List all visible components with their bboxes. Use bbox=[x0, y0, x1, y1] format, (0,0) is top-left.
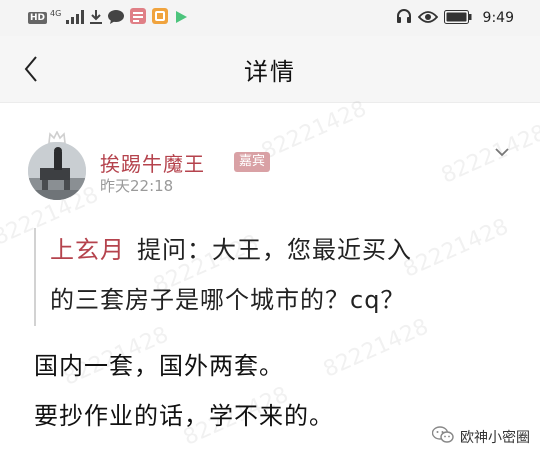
avatar[interactable] bbox=[28, 142, 86, 200]
watermark: 82221428 bbox=[437, 120, 540, 189]
brand-name: 欧神小密圈 bbox=[460, 430, 530, 446]
app-icon bbox=[130, 8, 147, 28]
quote-author[interactable]: 上玄月 bbox=[50, 236, 125, 264]
hd-badge: HD bbox=[28, 12, 48, 24]
play-icon bbox=[174, 9, 188, 28]
answer-line-1: 国内一套，国外两套。 bbox=[34, 352, 284, 380]
status-icons-right: 9:49 bbox=[393, 8, 514, 28]
author-name[interactable]: 挨踢牛魔王 bbox=[100, 148, 205, 177]
quoted-question: 上玄月 提问：大王，您最近买入 的三套房子是哪个城市的？cq？ bbox=[34, 228, 516, 326]
network-label: 4G bbox=[50, 8, 62, 18]
quote-line-2: 的三套房子是哪个城市的？cq？ bbox=[50, 286, 406, 314]
more-options-button[interactable] bbox=[492, 144, 512, 160]
signal-icon bbox=[66, 9, 85, 28]
app-icon bbox=[152, 8, 169, 28]
author-avatar-group[interactable] bbox=[28, 130, 88, 200]
chat-icon bbox=[108, 9, 125, 28]
wechat-icon bbox=[431, 426, 454, 448]
battery-icon bbox=[443, 9, 472, 28]
post-timestamp: 昨天22:18 bbox=[100, 177, 174, 195]
brand-watermark: 欧神小密圈 bbox=[431, 426, 530, 448]
answer-line-2: 要抄作业的话，学不来的。 bbox=[34, 402, 334, 430]
header-bar: 详情 bbox=[0, 36, 540, 103]
chevron-down-icon bbox=[495, 148, 509, 157]
status-bar: HD 4G 9:49 bbox=[0, 0, 540, 36]
guest-badge: 嘉宾 bbox=[234, 152, 270, 172]
page-title: 详情 bbox=[244, 58, 296, 86]
quote-text-1: 提问：大王，您最近买入 bbox=[137, 236, 412, 264]
eye-icon bbox=[417, 9, 438, 28]
headset-icon bbox=[396, 8, 412, 28]
status-icons-left: HD 4G bbox=[28, 8, 191, 28]
watermark: 82221428 bbox=[257, 96, 371, 165]
download-icon bbox=[90, 9, 103, 28]
quote-line-1: 上玄月 提问：大王，您最近买入 bbox=[50, 230, 412, 265]
status-time: 9:49 bbox=[482, 10, 514, 26]
